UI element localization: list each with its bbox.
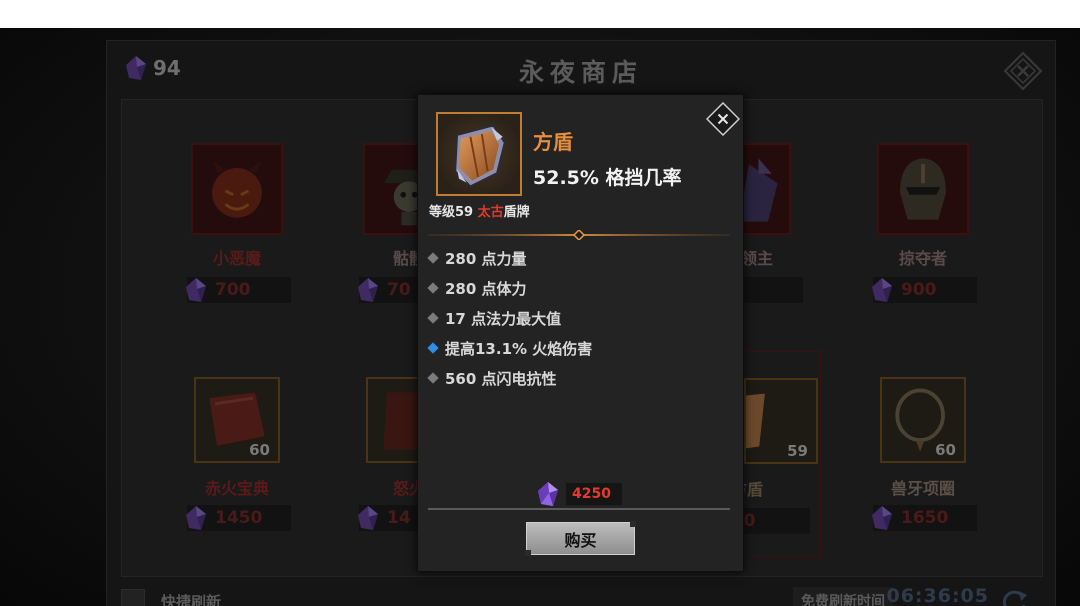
item-level: 60 [935, 441, 956, 459]
bullet-icon [427, 312, 439, 324]
shop-footer: 快捷刷新 免费刷新时间 06:36:05 [121, 585, 1043, 606]
item-slot [191, 143, 283, 235]
stat-line: 280 点体力 [427, 273, 592, 303]
gem-icon [871, 277, 893, 303]
item-price: 700 [187, 277, 291, 303]
price-value: 900 [901, 280, 937, 300]
gem-icon [536, 481, 560, 507]
refresh-icon[interactable] [999, 587, 1029, 606]
stat-line: 提高13.1% 火焰伤害 [427, 333, 593, 363]
item-price: 1650 [873, 505, 977, 531]
gem-icon [185, 505, 207, 531]
shop-title: 永夜商店 [518, 58, 643, 87]
item-detail-popup: 方盾 52.5% 格挡几率 等级59 太古盾牌 280 点力量 280 点体力 [417, 94, 744, 572]
item-rarity: 太古 [477, 205, 504, 220]
divider [428, 508, 730, 510]
game-screen: 94 永夜商店 小恶魔 700 骷髅 70 领主 掠夺者 900 60 赤火宝典… [0, 28, 1080, 606]
item-level-type: 等级59 太古盾牌 [429, 201, 530, 220]
quick-refresh-label: 快捷刷新 [161, 593, 222, 606]
price-value: 1450 [215, 508, 263, 528]
item-portrait [436, 112, 522, 196]
item-name: 小恶魔 [212, 249, 261, 268]
close-icon [705, 101, 741, 137]
shop-item-card[interactable]: 60 赤火宝典 1450 [173, 377, 301, 553]
price-value: 700 [215, 280, 251, 300]
price-value: 14 [387, 508, 411, 528]
refresh-timer: 06:36:05 [886, 585, 989, 606]
imp-icon [212, 160, 262, 218]
item-slot: 60 [194, 377, 280, 463]
bullet-icon [427, 342, 439, 354]
gem-icon [357, 505, 379, 531]
item-price: 1450 [187, 505, 291, 531]
stat-text: 提高13.1% 火焰伤害 [445, 339, 593, 358]
close-icon [1003, 51, 1043, 91]
stat-text: 17 点法力最大值 [445, 309, 562, 328]
stat-list: 280 点力量 280 点体力 17 点法力最大值 提高13.1% 火焰伤害 5… [427, 243, 593, 393]
shield-icon [454, 124, 506, 188]
bullet-icon [427, 252, 439, 264]
shop-close-button[interactable] [1003, 51, 1043, 91]
gem-icon [871, 505, 893, 531]
item-price: 900 [873, 277, 977, 303]
buy-button[interactable]: 购买 [525, 521, 636, 556]
item-name: 赤火宝典 [204, 479, 269, 498]
shop-header: 94 永夜商店 [107, 41, 1055, 97]
price-value: 4250 [566, 483, 622, 505]
free-refresh-label: 免费刷新时间 [793, 587, 893, 606]
item-type: 盾牌 [503, 205, 530, 220]
shop-item-card[interactable]: 小恶魔 700 [173, 143, 301, 319]
stat-line: 280 点力量 [427, 243, 592, 273]
gem-icon [185, 277, 207, 303]
divider [428, 225, 730, 242]
item-level: 60 [249, 441, 270, 459]
item-name: 掠夺者 [898, 249, 947, 268]
quick-refresh-checkbox[interactable] [121, 589, 145, 606]
stat-text: 280 点体力 [445, 279, 527, 298]
popup-price: 4250 [536, 481, 622, 507]
price-value: 1650 [901, 508, 949, 528]
item-level: 59 [787, 442, 808, 460]
stat-text: 560 点闪电抗性 [445, 369, 557, 388]
item-name: 兽牙项圈 [890, 479, 955, 498]
popup-main-stat: 52.5% 格挡几率 [533, 167, 682, 189]
popup-item-name: 方盾 [533, 130, 573, 154]
bullet-icon [427, 372, 439, 384]
item-slot: 60 [880, 377, 966, 463]
gem-icon [357, 277, 379, 303]
item-slot: 59 [744, 378, 818, 464]
item-slot [877, 143, 969, 235]
stat-line: 17 点法力最大值 [427, 303, 592, 333]
stat-text: 280 点力量 [445, 249, 527, 268]
shop-item-card[interactable]: 掠夺者 900 [859, 143, 987, 319]
price-value: 70 [387, 280, 411, 300]
helmet-icon [900, 158, 946, 220]
popup-close-button[interactable] [705, 101, 741, 137]
stat-line: 560 点闪电抗性 [427, 363, 592, 393]
bullet-icon [427, 282, 439, 294]
item-level-prefix: 等级59 [429, 205, 478, 220]
shop-item-card[interactable]: 60 兽牙项圈 1650 [859, 377, 987, 553]
